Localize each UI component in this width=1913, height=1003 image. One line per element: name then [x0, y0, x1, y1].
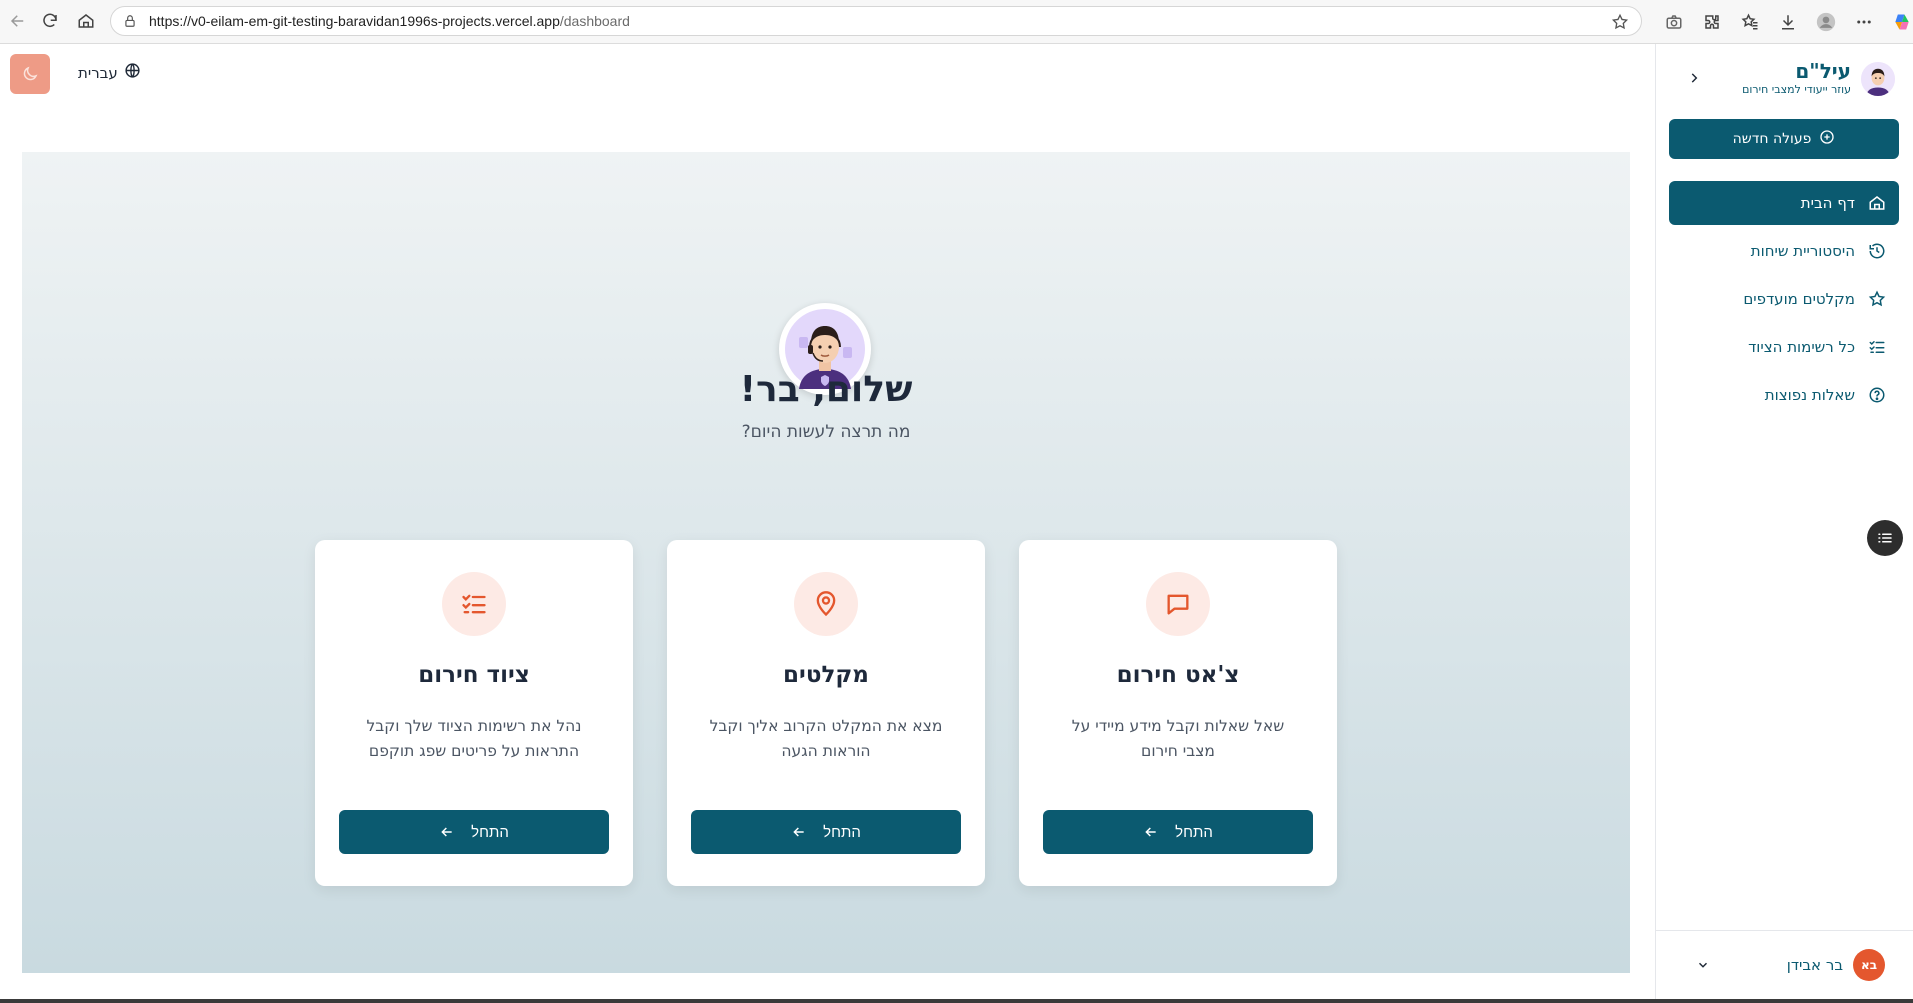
start-equipment-button[interactable]: התחל: [339, 810, 609, 854]
arrow-left-icon: [793, 827, 804, 837]
user-name: בר אבידן: [1786, 956, 1843, 974]
sidebar-item-favorite-shelters[interactable]: מקלטים מועדפים: [1669, 277, 1899, 321]
url-text: https://v0-eilam-em-git-testing-baravida…: [149, 13, 630, 29]
card-title: מקלטים: [783, 662, 869, 688]
start-chat-button[interactable]: התחל: [1043, 810, 1313, 854]
dashboard-hero: שלום, בר! מה תרצה לעשות היום? צ'אט חירום…: [22, 152, 1630, 973]
sidebar-item-label: כל רשימות הציוד: [1748, 338, 1855, 356]
sidebar-item-faq[interactable]: שאלות נפוצות: [1669, 373, 1899, 417]
brand-avatar: [1861, 62, 1895, 96]
back-icon[interactable]: [6, 9, 30, 33]
screenshot-icon[interactable]: [1662, 10, 1686, 34]
arrow-left-icon: [441, 827, 452, 837]
globe-icon: [124, 62, 141, 83]
card-description: שאל שאלות וקבל מידע מיידי על מצבי חירום: [1071, 717, 1285, 760]
list-menu-icon: [1878, 533, 1892, 543]
browser-actions: [1648, 10, 1913, 34]
button-label: התחל: [1175, 823, 1213, 841]
sidebar-item-label: שאלות נפוצות: [1764, 386, 1855, 404]
profile-icon[interactable]: [1814, 10, 1838, 34]
chat-icon: [1146, 572, 1210, 636]
star-icon: [1867, 289, 1887, 309]
browser-toolbar: https://v0-eilam-em-git-testing-baravida…: [0, 0, 1913, 44]
sidebar-item-history[interactable]: היסטוריית שיחות: [1669, 229, 1899, 273]
downloads-icon[interactable]: [1776, 10, 1800, 34]
card-shelters: מקלטים מצא את המקלט הקרוב אליך וקבל הורא…: [667, 540, 985, 886]
card-emergency-chat: צ'אט חירום שאל שאלות וקבל מידע מיידי על …: [1019, 540, 1337, 886]
main-content: עברית שלום, בר! מה תרצה לעשות היום? צ'אט…: [0, 44, 1654, 999]
map-pin-icon: [794, 572, 858, 636]
taskbar-edge: [0, 999, 1913, 1003]
sidebar-item-label: דף הבית: [1800, 194, 1855, 212]
brand-header: עיל"ם עוזר ייעודי למצבי חירום: [1742, 60, 1895, 98]
plus-circle-icon: [1819, 129, 1835, 149]
help-circle-icon: [1867, 385, 1887, 405]
avatar: בא: [1853, 949, 1885, 981]
more-menu-icon[interactable]: [1852, 10, 1876, 34]
brand-subtitle: עוזר ייעודי למצבי חירום: [1742, 83, 1851, 96]
arrow-left-icon: [1145, 827, 1156, 837]
collapse-sidebar-chevron-icon[interactable]: [1686, 70, 1702, 86]
sidebar-item-home[interactable]: דף הבית: [1669, 181, 1899, 225]
new-action-label: פעולה חדשה: [1732, 131, 1812, 147]
brand-text: עיל"ם עוזר ייעודי למצבי חירום: [1742, 60, 1851, 98]
history-icon: [1867, 241, 1887, 261]
reload-icon[interactable]: [38, 9, 62, 33]
card-description: נהל את רשימות הציוד שלך וקבל התראות על פ…: [366, 717, 582, 760]
user-menu[interactable]: בא בר אבידן: [1656, 930, 1913, 999]
sidebar-item-label: היסטוריית שיחות: [1750, 242, 1855, 260]
list-check-icon: [1867, 337, 1887, 357]
copilot-icon[interactable]: [1890, 10, 1913, 34]
home-icon: [1867, 193, 1887, 213]
card-title: צ'אט חירום: [1116, 662, 1240, 688]
home-browser-icon[interactable]: [74, 9, 98, 33]
brand-name: עיל"ם: [1795, 59, 1851, 83]
start-shelters-button[interactable]: התחל: [691, 810, 961, 854]
user-profile[interactable]: בא בר אבידן: [1787, 949, 1885, 981]
greeting-title: שלום, בר!: [739, 369, 913, 410]
theme-toggle-button[interactable]: [10, 54, 50, 94]
card-description: מצא את המקלט הקרוב אליך וקבל הוראות הגעה: [709, 717, 943, 760]
button-label: התחל: [471, 823, 509, 841]
top-bar: עברית: [0, 44, 1654, 106]
bookmark-star-icon[interactable]: [1611, 13, 1629, 35]
sidebar-item-label: מקלטים מועדפים: [1743, 290, 1855, 308]
chevron-down-icon[interactable]: [1696, 957, 1710, 976]
language-label: עברית: [78, 63, 118, 82]
extensions-icon[interactable]: [1700, 10, 1724, 34]
checklist-icon: [442, 572, 506, 636]
moon-icon: [23, 66, 38, 81]
lock-icon[interactable]: [123, 13, 139, 29]
sidebar: עיל"ם עוזר ייעודי למצבי חירום פעולה חדשה…: [1655, 44, 1913, 999]
language-switcher[interactable]: עברית: [78, 62, 141, 83]
new-action-button[interactable]: פעולה חדשה: [1669, 119, 1899, 159]
button-label: התחל: [823, 823, 861, 841]
sidebar-item-equipment-lists[interactable]: כל רשימות הציוד: [1669, 325, 1899, 369]
favorites-icon[interactable]: [1738, 10, 1762, 34]
card-emergency-equipment: ציוד חירום נהל את רשימות הציוד שלך וקבל …: [315, 540, 633, 886]
floating-menu-button[interactable]: [1867, 520, 1903, 556]
card-title: ציוד חירום: [418, 662, 530, 688]
address-bar[interactable]: https://v0-eilam-em-git-testing-baravida…: [110, 6, 1642, 36]
greeting-subtitle: מה תרצה לעשות היום?: [741, 422, 911, 442]
